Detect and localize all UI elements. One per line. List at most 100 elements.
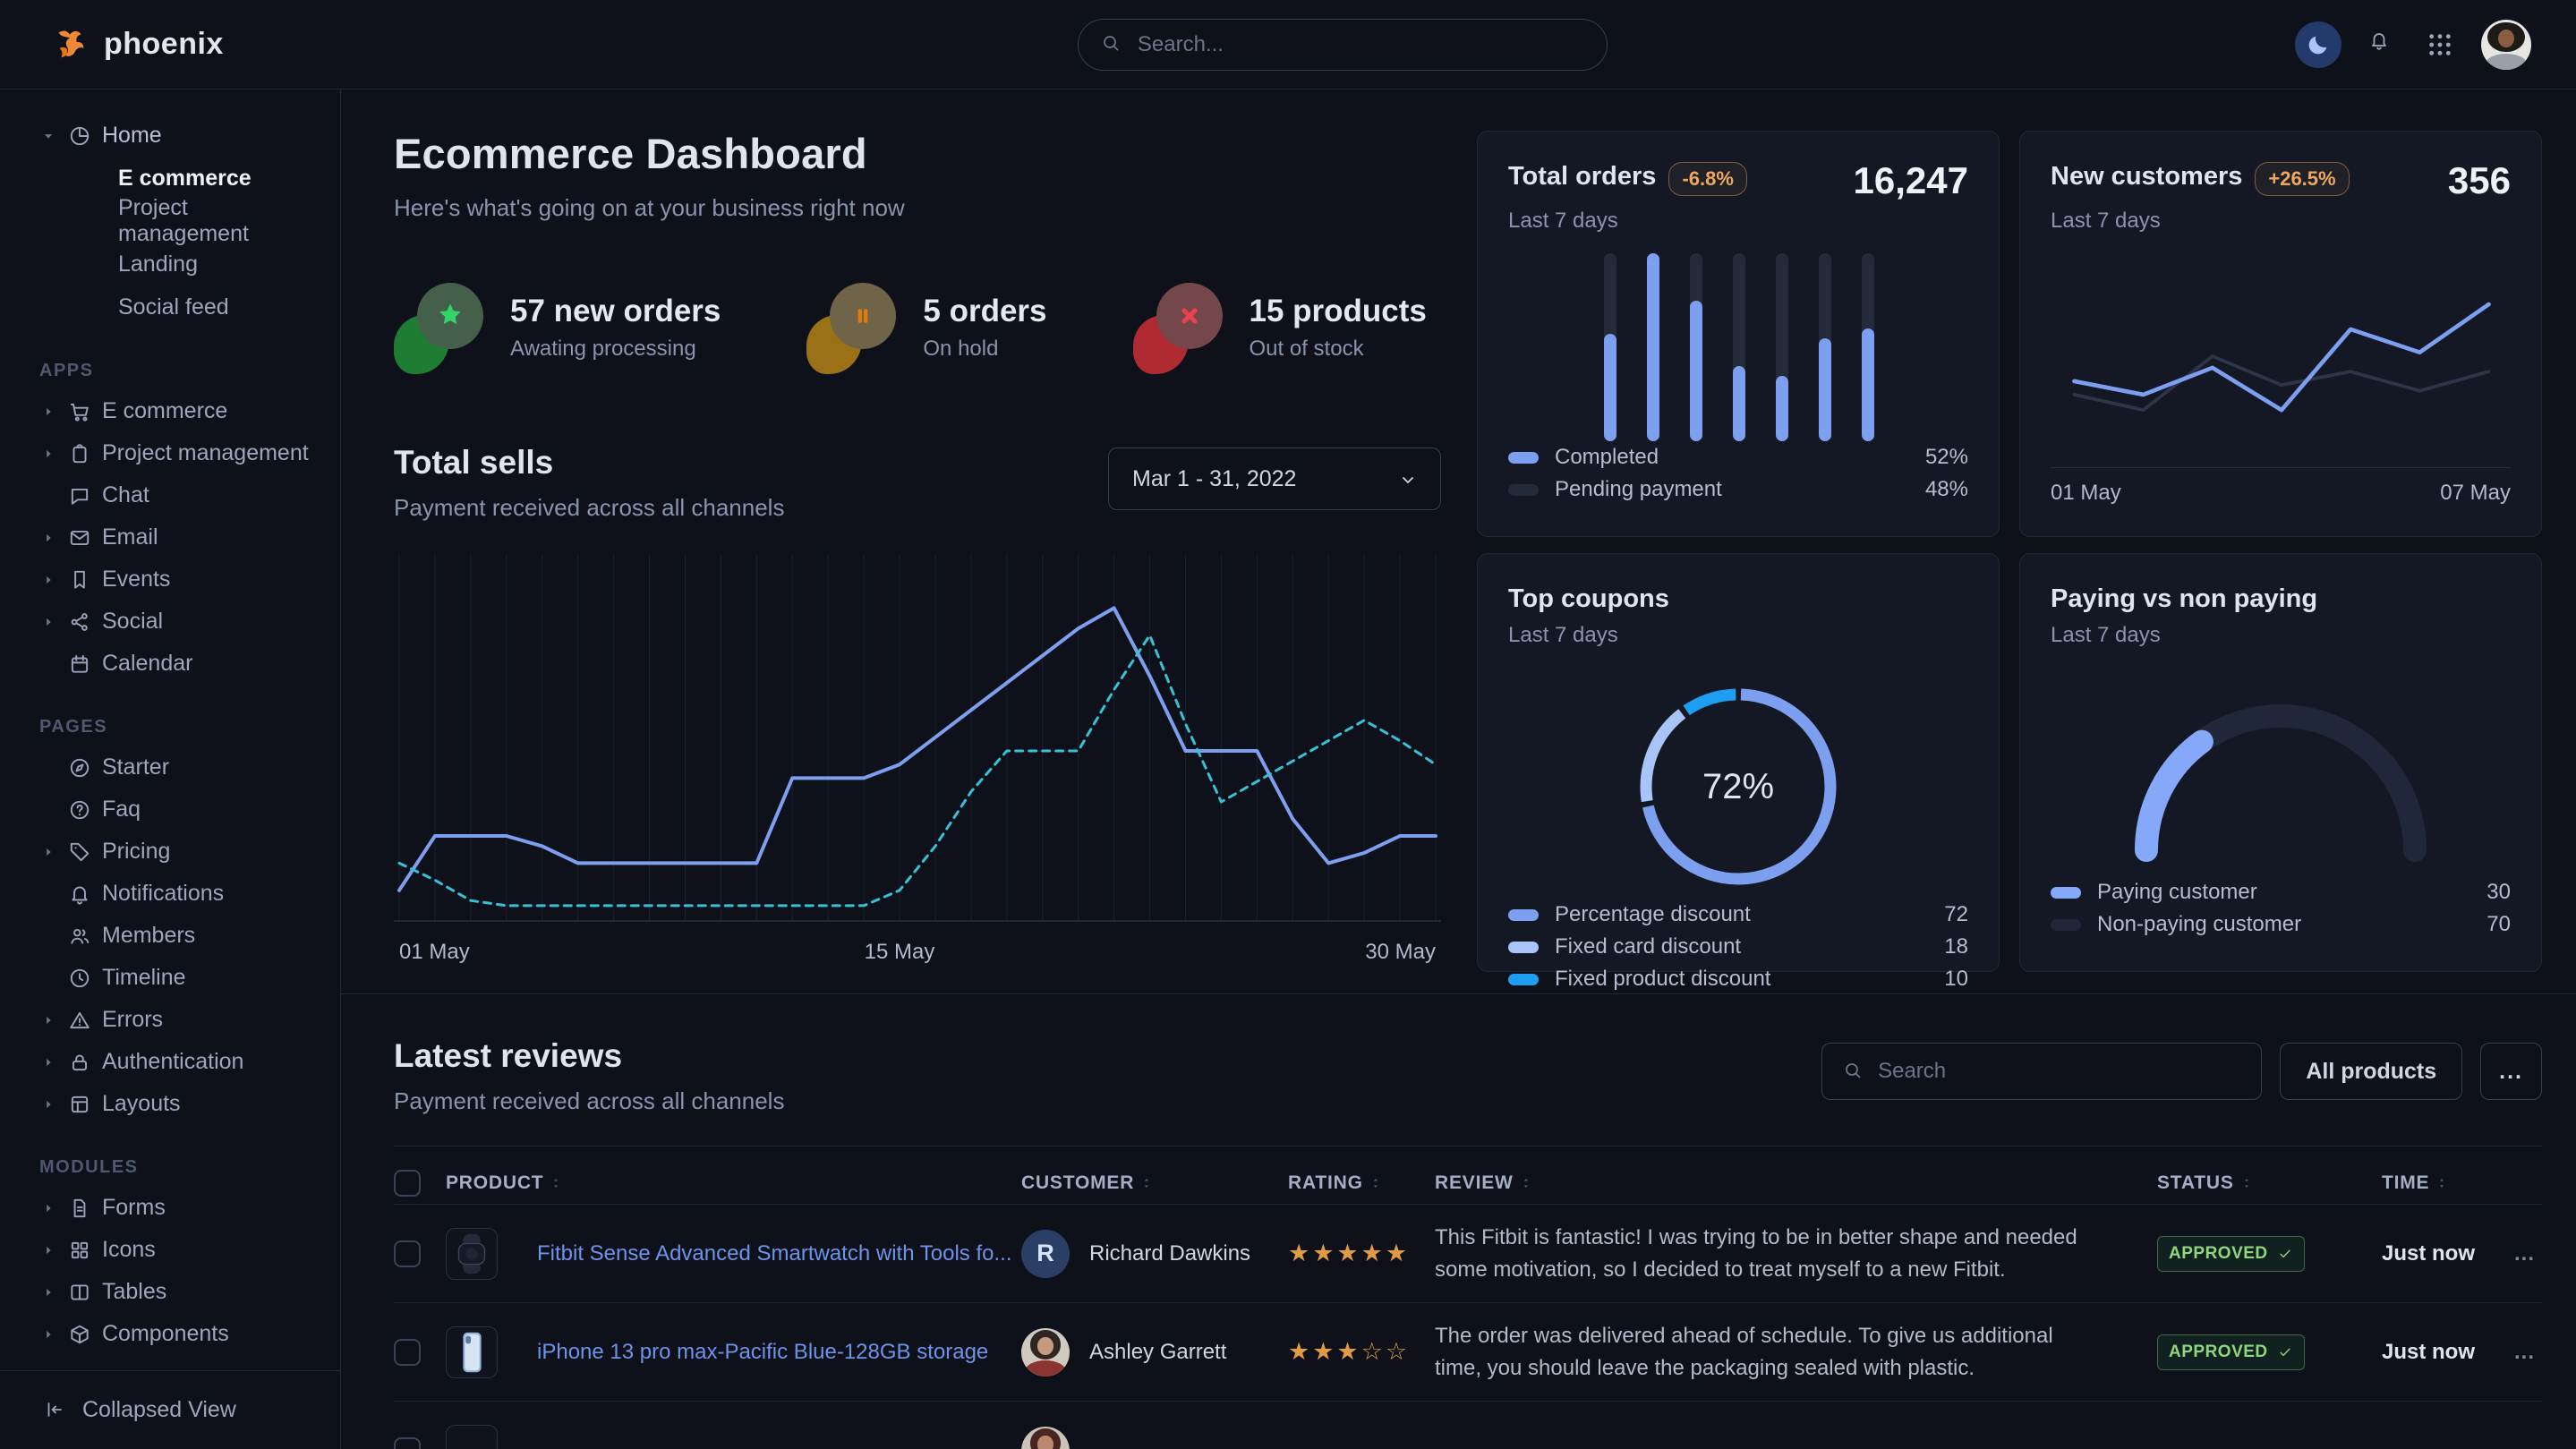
- collapse-view-toggle[interactable]: Collapsed View: [0, 1370, 340, 1449]
- product-thumbnail: [446, 1228, 498, 1280]
- sidebar-item-calendar[interactable]: Calendar: [0, 643, 322, 685]
- bar-completed-fill: [1776, 376, 1788, 442]
- sidebar-item-social-feed[interactable]: Social feed: [0, 286, 322, 328]
- theme-toggle-button[interactable]: [2295, 21, 2341, 68]
- product-link[interactable]: Fitbit Sense Advanced Smartwatch with To…: [537, 1241, 1011, 1266]
- total-orders-card: Total orders -6.8% 16,247 Last 7 days Co…: [1477, 131, 2000, 537]
- new-customers-card: New customers +26.5% 356 Last 7 days 01 …: [2019, 131, 2542, 537]
- paying-vs-nonpaying-card: Paying vs non paying Last 7 days Paying …: [2019, 553, 2542, 972]
- coupons-legend-item[interactable]: Percentage discount72: [1508, 899, 1968, 931]
- dashboard-main-column: Ecommerce Dashboard Here's what's going …: [394, 89, 1441, 974]
- all-products-filter-button[interactable]: All products: [2280, 1043, 2462, 1100]
- calendar-icon: [68, 652, 91, 676]
- column-header-time[interactable]: TIME: [2382, 1172, 2490, 1194]
- stat-value: 57 new orders: [510, 294, 721, 329]
- reviews-more-button[interactable]: ...: [2480, 1043, 2542, 1100]
- product-image-generic: [447, 1425, 497, 1449]
- sidebar-item-pricing[interactable]: Pricing: [0, 831, 322, 873]
- sidebar-item-chat[interactable]: Chat: [0, 474, 322, 516]
- row-actions-button[interactable]: ...: [2490, 1340, 2535, 1365]
- date-range-select[interactable]: Mar 1 - 31, 2022: [1108, 447, 1441, 510]
- column-header-status[interactable]: STATUS: [2157, 1172, 2382, 1194]
- star-icon: [433, 299, 467, 333]
- caret-right-icon: [39, 1325, 57, 1343]
- select-all-cell: [394, 1170, 446, 1197]
- sidebar-item-label: Layouts: [102, 1091, 181, 1117]
- row-checkbox[interactable]: [394, 1240, 421, 1267]
- review-text: This Fitbit is fantastic! I was trying t…: [1435, 1222, 2079, 1286]
- sidebar-item-project-management[interactable]: Project management: [0, 200, 322, 243]
- row-checkbox[interactable]: [394, 1339, 421, 1366]
- sidebar-item-e-commerce[interactable]: E commerce: [0, 157, 322, 200]
- sidebar-item-authentication[interactable]: Authentication: [0, 1041, 322, 1083]
- apps-menu-button[interactable]: [2426, 30, 2454, 59]
- sidebar-item-notifications[interactable]: Notifications: [0, 873, 322, 915]
- column-header-rating[interactable]: RATING: [1288, 1172, 1435, 1194]
- sidebar-item-members[interactable]: Members: [0, 915, 322, 957]
- global-search: [1078, 19, 1608, 71]
- mail-icon: [68, 526, 91, 550]
- sidebar-item-e-commerce[interactable]: E commerce: [0, 390, 322, 432]
- sidebar-section-pages: PAGES: [39, 717, 322, 737]
- sidebar-item-starter[interactable]: Starter: [0, 746, 322, 788]
- sort-icon: [1369, 1176, 1383, 1190]
- paying-legend-item[interactable]: Non-paying customer70: [2051, 908, 2511, 941]
- collapse-view-label: Collapsed View: [82, 1397, 236, 1423]
- brand-logo[interactable]: phoenix: [50, 24, 224, 65]
- legend-swatch: [1508, 974, 1539, 985]
- reviews-search: [1821, 1043, 2262, 1100]
- sidebar-item-faq[interactable]: Faq: [0, 788, 322, 831]
- column-header-product[interactable]: PRODUCT: [446, 1172, 1021, 1194]
- reviews-subtitle: Payment received across all channels: [394, 1087, 784, 1115]
- total-sells-title: Total sells: [394, 444, 784, 482]
- order-bar-3: [1733, 253, 1745, 441]
- bar-completed-fill: [1819, 338, 1831, 442]
- product-cell: Fitbit Sense Advanced Smartwatch with To…: [537, 1241, 1021, 1266]
- grid4-icon: [68, 1239, 91, 1262]
- sidebar-item-label: Errors: [102, 1007, 163, 1033]
- product-link[interactable]: iPhone 13 pro max-Pacific Blue-128GB sto…: [537, 1340, 988, 1364]
- orders-legend-item[interactable]: Completed52%: [1508, 441, 1968, 473]
- total-orders-title: Total orders: [1508, 162, 1656, 192]
- column-header-review[interactable]: REVIEW: [1435, 1172, 2157, 1194]
- stat-item-2: 15 productsOut of stock: [1133, 281, 1427, 374]
- paying-legend-item[interactable]: Paying customer30: [2051, 876, 2511, 908]
- sidebar-item-home[interactable]: Home: [0, 115, 322, 157]
- product-thumbnail: [446, 1425, 498, 1449]
- stat-text-1: 5 ordersOn hold: [923, 294, 1046, 362]
- legend-swatch: [1508, 452, 1539, 464]
- sidebar-item-events[interactable]: Events: [0, 558, 322, 601]
- x-circle: [1156, 283, 1223, 349]
- user-avatar[interactable]: [2481, 20, 2531, 70]
- review-time: Just now: [2382, 1340, 2490, 1365]
- sidebar-item-layouts[interactable]: Layouts: [0, 1083, 322, 1125]
- notifications-button[interactable]: [2368, 30, 2399, 60]
- sidebar-item-tables[interactable]: Tables: [0, 1271, 322, 1313]
- global-search-input[interactable]: [1136, 31, 1585, 58]
- sidebar-item-timeline[interactable]: Timeline: [0, 957, 322, 999]
- sidebar-item-landing[interactable]: Landing: [0, 243, 322, 286]
- customer-cell: [1021, 1427, 1288, 1449]
- orders-legend-item[interactable]: Pending payment48%: [1508, 473, 1968, 506]
- sidebar-item-social[interactable]: Social: [0, 601, 322, 643]
- sidebar-item-icons[interactable]: Icons: [0, 1229, 322, 1271]
- coupons-legend-item[interactable]: Fixed product discount10: [1508, 963, 1968, 995]
- sidebar-item-project-management[interactable]: Project management: [0, 432, 322, 474]
- coupons-legend-item[interactable]: Fixed card discount18: [1508, 931, 1968, 963]
- select-all-checkbox[interactable]: [394, 1170, 421, 1197]
- sidebar-item-email[interactable]: Email: [0, 516, 322, 558]
- sort-icon: [549, 1176, 563, 1190]
- status-label: APPROVED: [2169, 1342, 2268, 1362]
- column-header-customer[interactable]: CUSTOMER: [1021, 1172, 1288, 1194]
- customer-avatar-initial: R: [1021, 1230, 1070, 1278]
- sidebar-item-label: Starter: [102, 754, 169, 780]
- row-actions-button[interactable]: ...: [2490, 1241, 2535, 1266]
- reviews-search-input[interactable]: [1876, 1058, 2241, 1085]
- sidebar-item-forms[interactable]: Forms: [0, 1187, 322, 1229]
- sidebar-item-components[interactable]: Components: [0, 1313, 322, 1355]
- row-checkbox[interactable]: [394, 1437, 421, 1449]
- x-icon: [1173, 299, 1207, 333]
- sidebar-item-errors[interactable]: Errors: [0, 999, 322, 1041]
- sidebar-item-label: Forms: [102, 1195, 166, 1221]
- lock-icon: [68, 1051, 91, 1074]
